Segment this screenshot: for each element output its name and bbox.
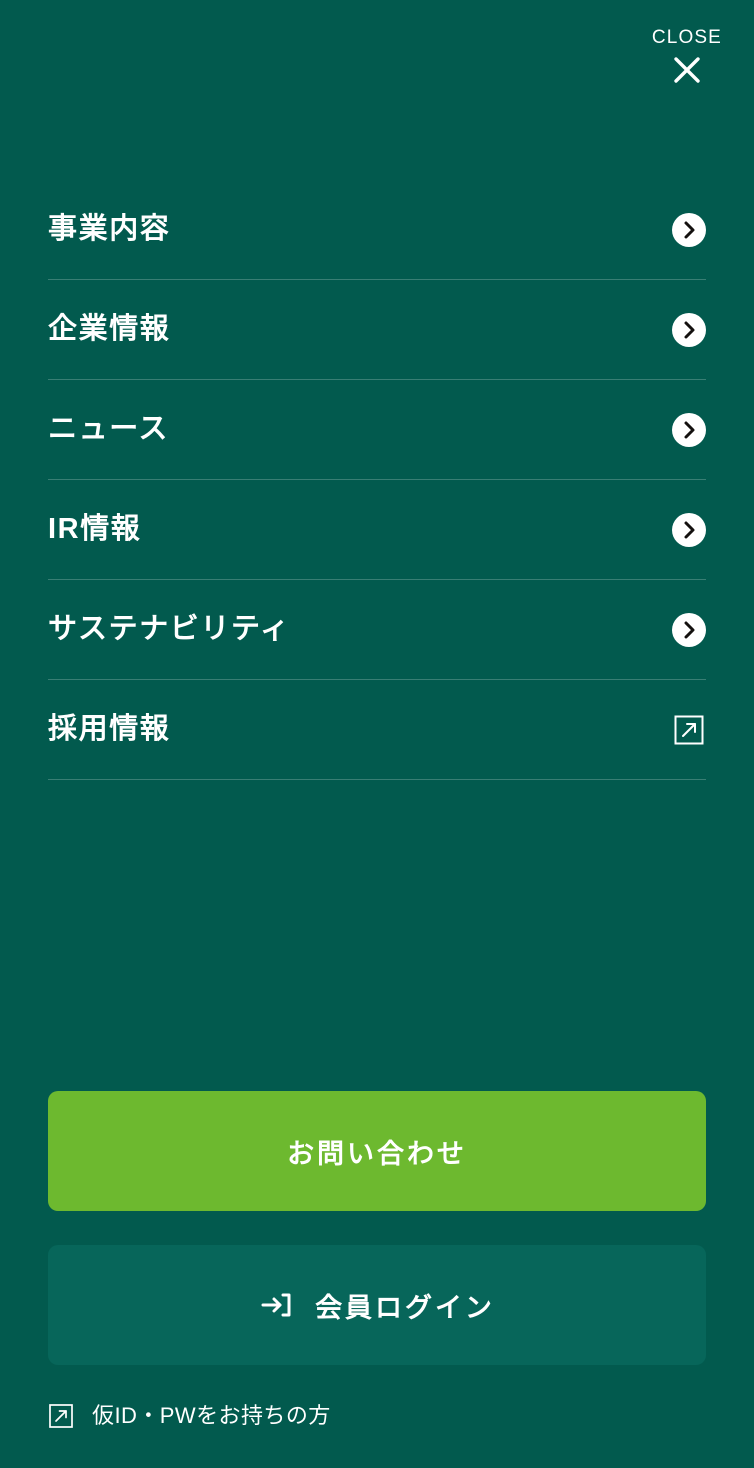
contact-button[interactable]: お問い合わせ <box>48 1091 706 1211</box>
main-menu-list: 事業内容 企業情報 ニュース IR情報 サステナビリティ 採用情報 <box>48 180 706 780</box>
menu-item-ir[interactable]: IR情報 <box>48 480 706 580</box>
member-login-label: 会員ログイン <box>315 1292 495 1323</box>
close-x-icon <box>670 53 704 87</box>
close-button[interactable]: CLOSE <box>652 28 722 87</box>
external-link-icon <box>48 1403 74 1429</box>
menu-item-label: 事業内容 <box>48 213 171 245</box>
menu-item-recruitment[interactable]: 採用情報 <box>48 680 706 780</box>
chevron-right-circle-icon <box>672 212 706 247</box>
contact-button-label: お問い合わせ <box>287 1138 467 1169</box>
member-login-button[interactable]: 会員ログイン <box>48 1245 706 1365</box>
menu-item-label: 企業情報 <box>48 313 171 345</box>
menu-item-label: サステナビリティ <box>48 613 291 645</box>
menu-item-label: IR情報 <box>48 513 142 545</box>
external-link-icon <box>672 713 706 747</box>
chevron-right-circle-icon <box>672 512 706 547</box>
menu-item-news[interactable]: ニュース <box>48 380 706 480</box>
menu-item-sustainability[interactable]: サステナビリティ <box>48 580 706 680</box>
menu-item-label: 採用情報 <box>48 713 171 745</box>
close-label: CLOSE <box>651 27 722 48</box>
menu-item-business[interactable]: 事業内容 <box>48 180 706 280</box>
menu-item-label: ニュース <box>48 413 169 445</box>
action-button-group: お問い合わせ 会員ログイン 仮ID・PWをお持ちの方 <box>48 1091 706 1429</box>
menu-item-company[interactable]: 企業情報 <box>48 280 706 380</box>
temporary-credentials-label: 仮ID・PWをお持ちの方 <box>92 1403 331 1428</box>
chevron-right-circle-icon <box>672 312 706 347</box>
navigation-menu-overlay: CLOSE 事業内容 企業情報 ニュース IR情報 サステナビリティ 採用情報 … <box>0 0 754 1468</box>
chevron-right-circle-icon <box>672 612 706 647</box>
sign-in-icon <box>259 1288 293 1322</box>
temporary-credentials-link[interactable]: 仮ID・PWをお持ちの方 <box>48 1403 706 1429</box>
chevron-right-circle-icon <box>672 412 706 447</box>
